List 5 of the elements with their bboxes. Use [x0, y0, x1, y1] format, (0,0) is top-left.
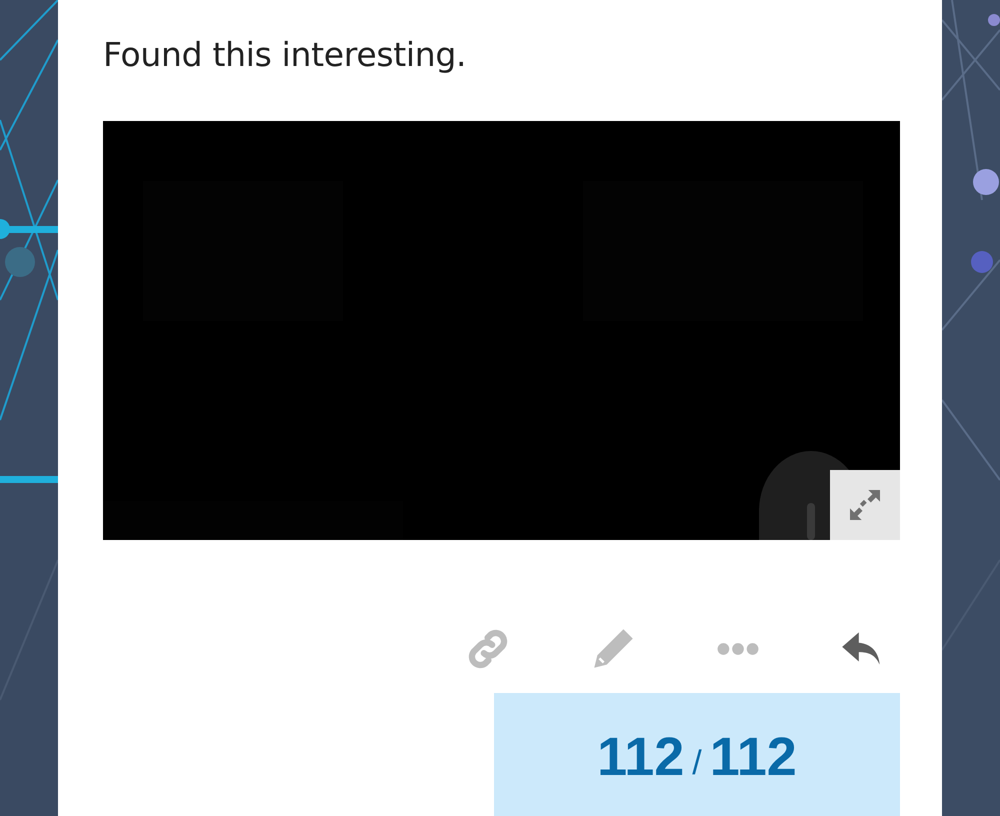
- fullscreen-button[interactable]: [830, 470, 900, 540]
- post-text: Found this interesting.: [103, 34, 468, 76]
- current-post-number: 112: [597, 727, 684, 787]
- total-post-number: 112: [710, 727, 797, 787]
- separator: /: [692, 743, 702, 784]
